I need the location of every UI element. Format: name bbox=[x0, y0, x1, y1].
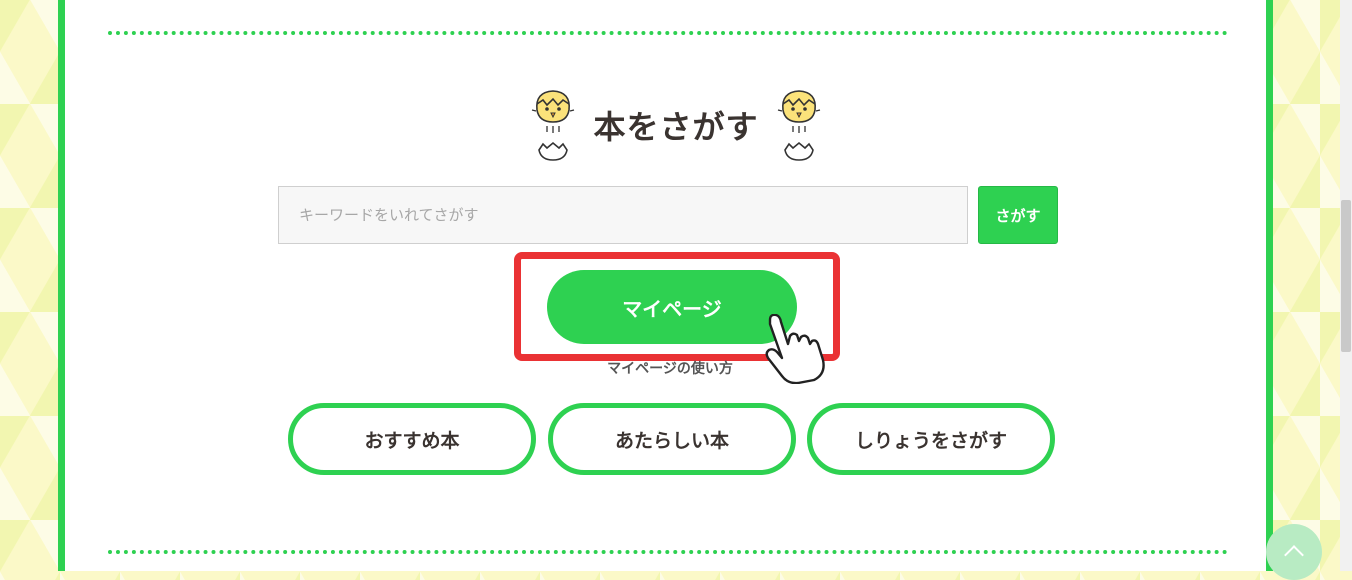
scrollbar-thumb[interactable] bbox=[1341, 200, 1351, 352]
chick-hatching-icon bbox=[777, 90, 820, 161]
back-to-top-button[interactable] bbox=[1266, 524, 1322, 580]
search-button[interactable]: さがす bbox=[978, 186, 1058, 244]
dotted-divider-top bbox=[108, 31, 1228, 35]
hand-pointer-icon bbox=[765, 314, 825, 384]
recommended-books-button[interactable]: おすすめ本 bbox=[288, 403, 536, 475]
mypage-help-link[interactable]: マイページの使い方 bbox=[560, 358, 780, 378]
page-title: 本をさがす bbox=[593, 108, 759, 146]
search-materials-button[interactable]: しりょうをさがす bbox=[807, 403, 1055, 475]
dotted-divider-bottom bbox=[108, 550, 1228, 554]
scrollbar[interactable] bbox=[1340, 0, 1352, 571]
section-heading: 本をさがす bbox=[0, 88, 1352, 162]
search-input[interactable] bbox=[278, 186, 968, 244]
new-books-button[interactable]: あたらしい本 bbox=[548, 403, 796, 475]
chevron-up-icon bbox=[1284, 545, 1304, 565]
chick-hatching-icon bbox=[532, 90, 575, 161]
